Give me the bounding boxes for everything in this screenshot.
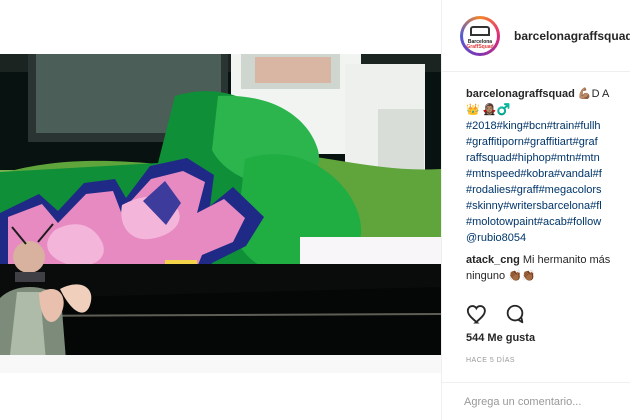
hashtag-line[interactable]: #molotowpaint#acab#follow	[466, 214, 630, 230]
post-time[interactable]: HACE 5 DÍAS	[466, 357, 515, 364]
photo-pane	[0, 0, 441, 420]
hashtag-line[interactable]: #mtnspeed#kobra#vandal#f	[466, 166, 630, 182]
hashtag-line[interactable]: #graffitiporn#graffitiart#graf	[466, 134, 630, 150]
post-header: Barcelona GraffSquad barcelonagraffsquad	[442, 0, 630, 72]
graffiti-train-photo	[0, 54, 441, 373]
caption-start: 💪🏽D A	[577, 88, 610, 100]
mention-line[interactable]: @rubio8054	[466, 230, 630, 246]
post-username[interactable]: barcelonagraffsquad	[514, 29, 630, 43]
heart-icon[interactable]	[466, 303, 488, 325]
like-count[interactable]: 544 Me gusta	[466, 332, 535, 344]
caption-user[interactable]: barcelonagraffsquad	[466, 88, 575, 100]
comment-user[interactable]: atack_cng	[466, 254, 520, 266]
photo-top-padding	[0, 0, 441, 54]
profile-avatar[interactable]: Barcelona GraffSquad	[460, 16, 500, 56]
comment-divider	[442, 382, 630, 383]
avatar-logo: Barcelona GraffSquad	[463, 19, 497, 53]
comments-list: barcelonagraffsquad 💪🏽D A 👑 🧛🏽‍♀️♂️ #201…	[466, 86, 630, 298]
comment-line: atack_cng Mi hermanito más	[466, 252, 630, 268]
hashtag-line[interactable]: #2018#king#bcn#train#fullh	[466, 118, 630, 134]
caption-line: barcelonagraffsquad 💪🏽D A	[466, 86, 630, 102]
comment-continuation: ninguno 👏🏾👏🏾	[466, 270, 536, 282]
comment-icon[interactable]	[504, 303, 526, 325]
post-actions	[466, 303, 630, 327]
hashtag-line[interactable]: #rodalies#graff#megacolors	[466, 182, 630, 198]
post-sidebar: Barcelona GraffSquad barcelonagraffsquad…	[441, 0, 630, 420]
comment-input[interactable]	[464, 393, 628, 411]
caption-line: 👑 🧛🏽‍♀️♂️	[466, 104, 511, 116]
train-icon	[470, 26, 490, 36]
comment-text: Mi hermanito más	[522, 254, 611, 266]
post-image[interactable]	[0, 54, 441, 373]
avatar-text-bottom: GraffSquad	[466, 44, 494, 50]
photo-bottom-padding	[0, 373, 441, 420]
hashtag-line[interactable]: #skinny#writersbarcelona#fl	[466, 198, 630, 214]
hashtag-line[interactable]: raffsquad#hiphop#mtn#mtn	[466, 150, 630, 166]
